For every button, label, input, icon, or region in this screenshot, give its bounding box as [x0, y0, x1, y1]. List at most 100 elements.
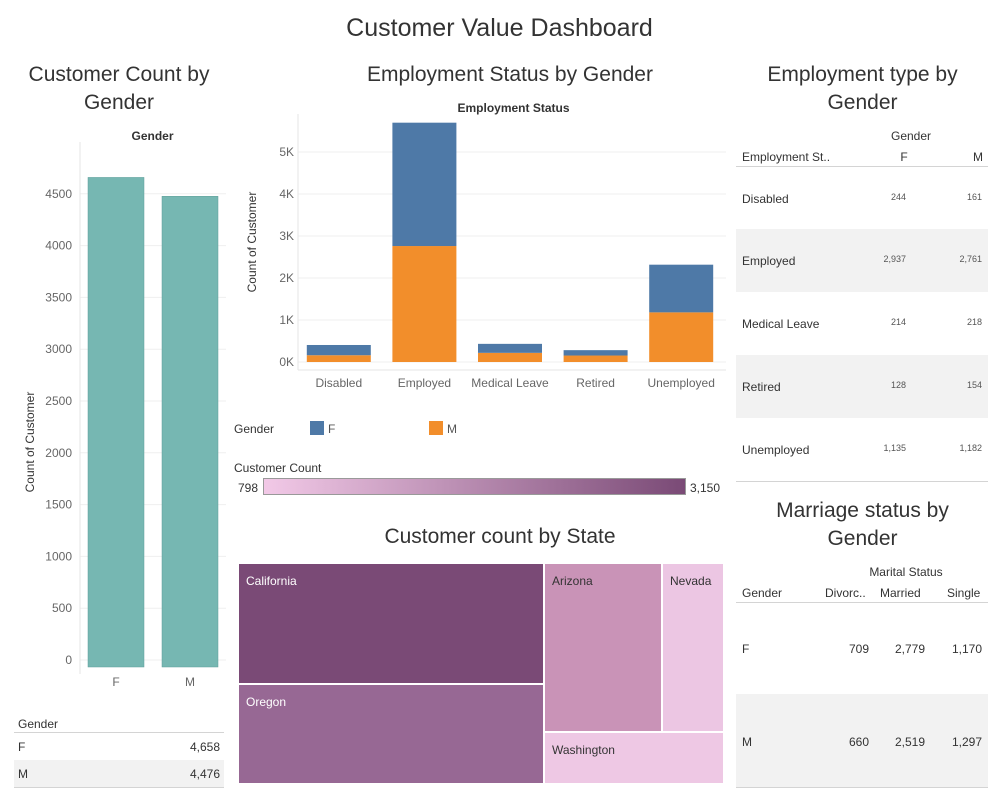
- x-tick-label: Employed: [398, 376, 451, 390]
- color-legend-max: 3,150: [690, 481, 721, 495]
- employment-table-colgroup: Gender: [890, 129, 932, 143]
- y-tick-label: 4000: [45, 239, 72, 253]
- bar-segment-m: [649, 312, 714, 362]
- legend-label-m: M: [447, 422, 457, 436]
- x-tick-label: Retired: [576, 376, 615, 390]
- table-row: Retired 128 154: [736, 355, 988, 418]
- row-value-m: 1,182: [959, 443, 982, 453]
- table-row: M 4,476: [14, 760, 224, 788]
- color-legend-ramp: [263, 478, 686, 495]
- row-value-f: 214: [890, 317, 906, 327]
- bar-segment-m: [563, 355, 628, 362]
- row-value-f: 2,937: [883, 254, 906, 264]
- treemap-tile-nevada[interactable]: Nevada: [662, 563, 724, 732]
- treemap-tile-oregon[interactable]: Oregon: [238, 684, 544, 784]
- x-tick-label: F: [112, 675, 119, 689]
- row-value-married: 2,779: [894, 642, 925, 656]
- row-value-f: 244: [890, 192, 906, 202]
- y-tick-label: 3500: [45, 290, 72, 304]
- employment-table-col-m: M: [973, 150, 983, 164]
- employment-chart: 0K 1K 2K 3K 4K 5K Disabled Employed Medical Lea…: [245, 114, 726, 390]
- marital-table-header-row: Gender Divorc.. Married Single: [736, 582, 988, 602]
- y-tick-label: 1K: [279, 313, 294, 327]
- row-label: F: [742, 642, 750, 656]
- y-tick-label: 500: [52, 601, 72, 615]
- y-tick-label: 4500: [45, 187, 72, 201]
- row-value-single: 1,297: [951, 735, 982, 749]
- gender-count-header: Gender: [131, 129, 174, 143]
- y-tick-label: 0: [65, 653, 72, 667]
- bar-f: [87, 177, 145, 668]
- legend-title: Gender: [234, 422, 275, 436]
- row-value-m: 2,761: [959, 254, 982, 264]
- gender-table-header: Gender: [18, 717, 59, 731]
- bar-segment-f: [392, 122, 457, 247]
- row-label: Medical Leave: [742, 317, 820, 331]
- color-legend-min: 798: [238, 481, 259, 495]
- y-tick-label: 2000: [45, 446, 72, 460]
- table-row: M 660 2,519 1,297: [736, 694, 988, 788]
- treemap-tile-california[interactable]: California: [238, 563, 544, 684]
- y-tick-label: 3000: [45, 342, 72, 356]
- employment-table-title: Employment type by Gender: [767, 63, 958, 114]
- row-value-divorced: 709: [848, 642, 869, 656]
- row-value-f: 1,135: [883, 443, 906, 453]
- y-tick-label: 2500: [45, 394, 72, 408]
- treemap-tile-washington[interactable]: Washington: [544, 732, 724, 784]
- employment-ylabel: Count of Customer: [245, 192, 259, 293]
- gender-row-value: 4,476: [189, 767, 220, 781]
- marital-col-married: Married: [880, 586, 921, 600]
- gender-row-value: 4,658: [189, 740, 220, 754]
- legend-item-f[interactable]: F: [310, 421, 430, 437]
- y-tick-label: 1500: [45, 498, 72, 512]
- bar-segment-m: [306, 355, 371, 362]
- gender-count-chart: 050010001500200025003000350040004500 FM …: [23, 142, 226, 689]
- treemap-tile-arizona[interactable]: Arizona: [544, 563, 662, 732]
- row-label: Employed: [742, 254, 796, 268]
- bar-m: [161, 196, 219, 668]
- x-tick-label: Unemployed: [648, 376, 715, 390]
- marital-table-colgroup: Marital Status: [869, 565, 943, 579]
- legend-label-f: F: [328, 422, 336, 436]
- gender-count-ylabel: Count of Customer: [23, 392, 37, 493]
- table-row: Disabled 244 161: [736, 166, 988, 230]
- row-value-married: 2,519: [894, 735, 925, 749]
- employment-table-header-row: Employment St.. F M: [736, 146, 988, 166]
- marital-col-divorced: Divorc..: [825, 586, 866, 600]
- color-legend-title: Customer Count: [234, 461, 322, 475]
- x-tick-label: M: [185, 675, 195, 689]
- row-label: Disabled: [742, 192, 789, 206]
- legend-swatch-f: [310, 421, 324, 435]
- row-value-divorced: 660: [848, 735, 869, 749]
- marital-table-row-header: Gender: [742, 586, 783, 600]
- gender-row-label: M: [18, 767, 28, 781]
- tile-label: Nevada: [670, 574, 712, 588]
- table-row: F 4,658: [14, 733, 224, 760]
- tile-label: Washington: [552, 743, 615, 757]
- marital-col-single: Single: [947, 586, 981, 600]
- dashboard-title: Customer Value Dashboard: [346, 14, 653, 42]
- gender-row-label: F: [18, 740, 26, 754]
- gender-count-title: Customer Count by Gender: [28, 63, 210, 114]
- row-value-m: 154: [966, 380, 982, 390]
- table-row: Employed 2,937 2,761: [736, 229, 988, 292]
- x-tick-label: Medical Leave: [471, 376, 549, 390]
- y-tick-label: 0K: [279, 355, 294, 369]
- row-label: Retired: [742, 380, 781, 394]
- bar-segment-f: [478, 343, 542, 353]
- row-value-m: 218: [966, 317, 982, 327]
- bar-segment-m: [478, 352, 542, 362]
- row-label: Unemployed: [742, 443, 810, 457]
- bar-segment-f: [649, 264, 714, 313]
- y-tick-label: 3K: [279, 229, 294, 243]
- row-label: M: [742, 735, 752, 749]
- x-tick-label: Disabled: [315, 376, 362, 390]
- legend-item-m[interactable]: M: [429, 421, 549, 437]
- tile-label: Oregon: [246, 695, 287, 709]
- bar-segment-m: [392, 246, 457, 362]
- y-tick-label: 1000: [45, 549, 72, 563]
- table-row: F 709 2,779 1,170: [736, 602, 988, 695]
- tile-label: California: [246, 574, 297, 588]
- employment-header: Employment Status: [457, 101, 570, 115]
- table-row: Unemployed 1,135 1,182: [736, 418, 988, 482]
